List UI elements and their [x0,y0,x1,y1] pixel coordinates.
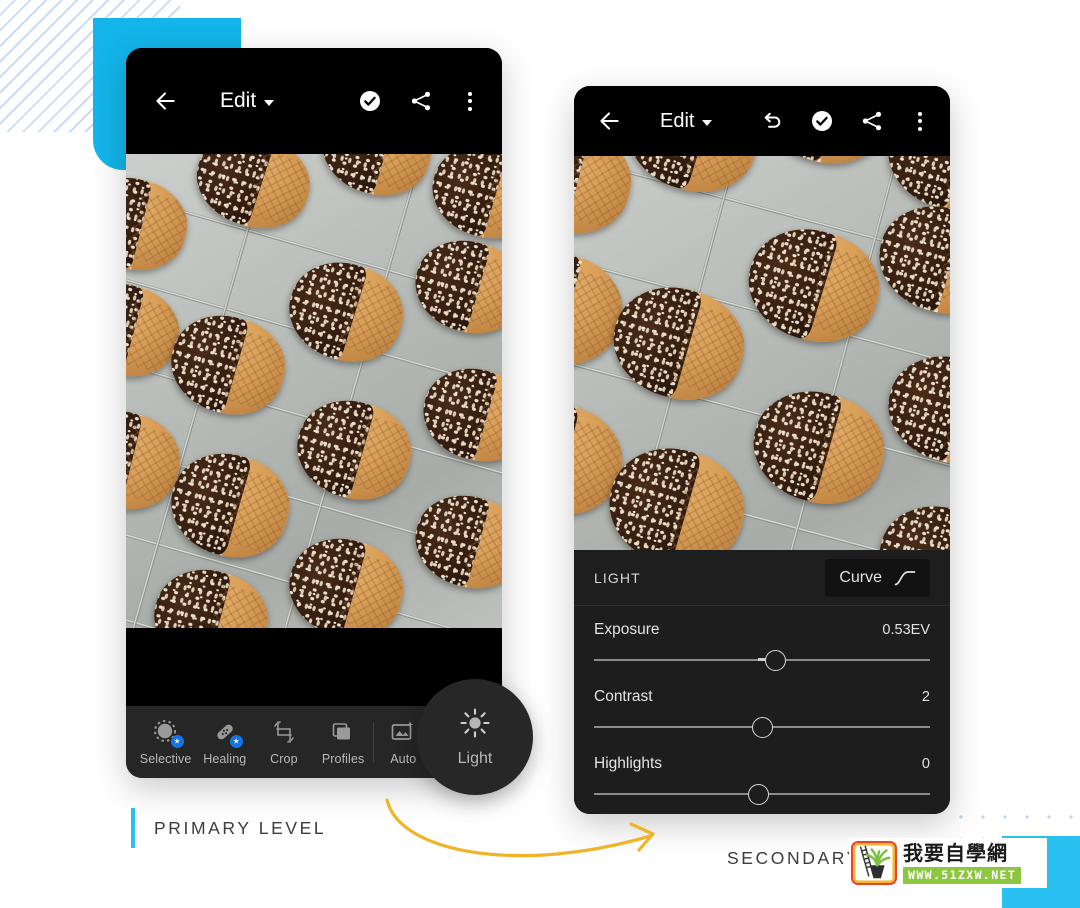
light-panel-title: LIGHT [594,569,641,586]
phone1-title-label: Edit [220,89,257,112]
toolbar-label: Crop [270,751,298,766]
crop-icon [271,719,297,745]
slider-exposure[interactable]: Exposure 0.53EV [594,606,930,673]
profiles-icon [330,719,356,745]
phone1-photo [126,154,502,628]
selective-icon [153,719,184,748]
more-vertical-icon[interactable] [910,111,930,131]
share-icon[interactable] [860,109,884,133]
check-circle-icon[interactable] [810,109,834,133]
slider-value: 0 [921,756,930,772]
slider-knob[interactable] [748,784,770,805]
watermark: 我要自學網 WWW.51ZXW.NET [849,838,1047,888]
premium-badge-icon [229,734,243,748]
chevron-down-icon [264,99,275,106]
undo-icon[interactable] [760,109,784,133]
slider-label: Contrast [594,688,653,705]
caption-primary: PRIMARY LEVEL [131,808,326,848]
51zxw-logo-icon [851,841,897,885]
back-arrow-icon[interactable] [152,88,178,114]
phone2-appbar-actions [760,109,930,133]
toolbar-item-healing[interactable]: Healing [195,719,254,766]
toolbar-item-crop[interactable]: Crop [254,719,313,766]
chevron-down-icon [702,119,713,126]
phone-mockup-secondary: Edit LIGHT Curve Exposure 0.53EV Contras… [574,86,950,814]
watermark-site-name: 我要自學網 [903,840,1008,865]
share-icon[interactable] [409,89,433,113]
toolbar-item-selective[interactable]: Selective [136,719,195,766]
check-circle-icon[interactable] [358,89,382,113]
slider-knob[interactable] [764,650,786,671]
toolbar-label: Healing [203,751,247,766]
phone1-title-dropdown[interactable]: Edit [220,89,275,113]
phone2-title-label: Edit [660,109,695,132]
caption-primary-label: PRIMARY LEVEL [154,817,327,838]
tone-curve-icon [894,570,916,585]
phone1-appbar-actions [358,89,480,113]
slider-value: 0.53EV [882,622,930,638]
caption-accent-bar [131,808,135,848]
slide-canvas: Edit Selective Healing Crop Profiles Aut… [0,0,1080,908]
toolbar-label: Profiles [321,751,365,766]
slider-contrast[interactable]: Contrast 2 [594,673,930,740]
premium-badge-icon [170,734,184,748]
phone-mockup-primary: Edit Selective Healing Crop Profiles Aut… [126,48,502,778]
caption-secondary: SECONDARY [727,848,861,869]
phone2-app-bar: Edit [574,86,950,156]
slider-track[interactable] [594,647,930,673]
slider-knob[interactable] [751,717,773,738]
caption-secondary-label: SECONDARY [727,848,861,868]
phone1-app-bar: Edit [126,48,502,154]
back-arrow-icon[interactable] [596,108,622,134]
toolbar-label: Selective [139,751,192,766]
phone2-photo [574,156,950,606]
more-vertical-icon[interactable] [460,91,480,111]
light-tool-label: Light [457,750,493,767]
light-panel-header: LIGHT Curve [574,550,950,606]
curve-button[interactable]: Curve [825,558,930,597]
yellow-curved-arrow [385,798,655,858]
slider-value: 2 [921,689,930,705]
toolbar-item-profiles[interactable]: Profiles [314,719,373,766]
curve-button-label: Curve [839,568,882,586]
watermark-url: WWW.51ZXW.NET [903,866,1022,884]
phone2-title-dropdown[interactable]: Edit [660,109,713,133]
slider-label: Exposure [594,621,660,638]
healing-brush-icon [212,719,243,748]
auto-icon [390,719,416,745]
light-sun-icon [460,708,490,738]
slider-track[interactable] [594,714,930,740]
light-tool-highlight[interactable]: Light [417,679,533,795]
